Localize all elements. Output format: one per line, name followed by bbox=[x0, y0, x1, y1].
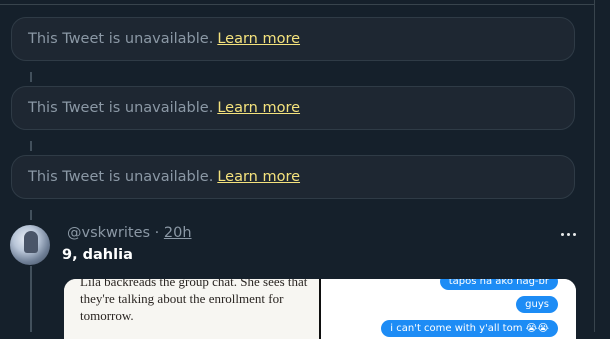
unavailable-message: This Tweet is unavailable. bbox=[28, 31, 214, 47]
tweet-media-image[interactable]: Lila backreads the group chat. She sees … bbox=[64, 279, 576, 339]
thread-connector bbox=[30, 210, 32, 220]
unavailable-message: This Tweet is unavailable. bbox=[28, 100, 214, 116]
user-handle[interactable]: @vskwrites bbox=[67, 225, 150, 241]
thread-connector bbox=[30, 141, 32, 151]
scrollbar-track[interactable] bbox=[595, 0, 610, 332]
tweet-timestamp[interactable]: 20h bbox=[164, 225, 192, 241]
avatar[interactable] bbox=[10, 225, 50, 265]
learn-more-link[interactable]: Learn more bbox=[217, 100, 300, 116]
thread-connector bbox=[30, 72, 32, 82]
top-divider bbox=[0, 0, 594, 5]
page-line: tomorrow. bbox=[80, 308, 134, 323]
page-line: they're talking about the enrollment for bbox=[80, 291, 284, 306]
unavailable-tweet-card: This Tweet is unavailable. Learn more bbox=[11, 17, 575, 61]
thread-connector bbox=[30, 266, 32, 332]
unavailable-message: This Tweet is unavailable. bbox=[28, 169, 214, 185]
page-line: Lila backreads the group chat. She sees … bbox=[80, 279, 308, 289]
chat-bubble: guys bbox=[516, 296, 558, 313]
more-options-button[interactable] bbox=[556, 224, 580, 244]
more-horizontal-icon bbox=[566, 232, 570, 236]
learn-more-link[interactable]: Learn more bbox=[217, 169, 300, 185]
header-separator: · bbox=[150, 225, 164, 241]
avatar-figure bbox=[24, 231, 38, 253]
book-page: Lila backreads the group chat. She sees … bbox=[64, 279, 319, 339]
chat-bubble: i can't come with y'all tom 😭😭 bbox=[381, 320, 558, 337]
tweet-text: 9, dahlia bbox=[62, 247, 133, 263]
unavailable-tweet-card: This Tweet is unavailable. Learn more bbox=[11, 155, 575, 199]
more-horizontal-icon bbox=[560, 232, 564, 236]
learn-more-link[interactable]: Learn more bbox=[217, 31, 300, 47]
chat-bubble: tapos na ako nag-br bbox=[439, 279, 558, 290]
more-horizontal-icon bbox=[572, 232, 576, 236]
unavailable-tweet-card: This Tweet is unavailable. Learn more bbox=[11, 86, 575, 130]
chat-screenshot: tapos na ako nag-br guys i can't come wi… bbox=[321, 279, 576, 339]
tweet-header: @vskwrites · 20h bbox=[67, 225, 192, 241]
